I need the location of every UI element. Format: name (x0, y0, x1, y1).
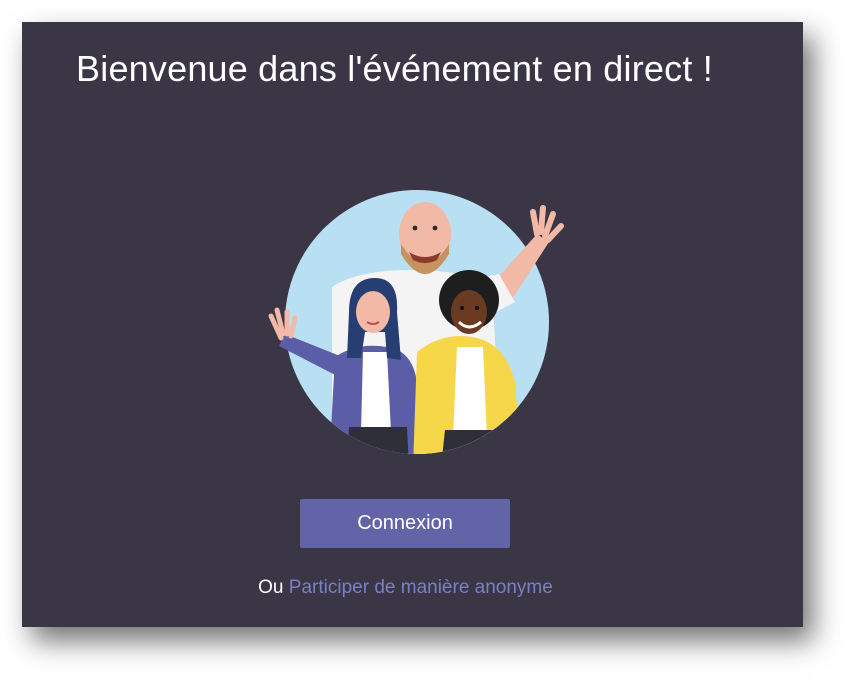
live-event-welcome-dialog: Bienvenue dans l'événement en direct ! C… (22, 22, 803, 627)
join-anonymously-link[interactable]: Participer de manière anonyme (289, 577, 553, 598)
page-title: Bienvenue dans l'événement en direct ! (76, 48, 713, 89)
sign-in-button[interactable]: Connexion (300, 499, 510, 548)
welcome-people-illustration (268, 190, 564, 454)
alt-prefix-text: Ou (258, 577, 284, 598)
anonymous-join-line: Ou Participer de manière anonyme (22, 577, 803, 599)
